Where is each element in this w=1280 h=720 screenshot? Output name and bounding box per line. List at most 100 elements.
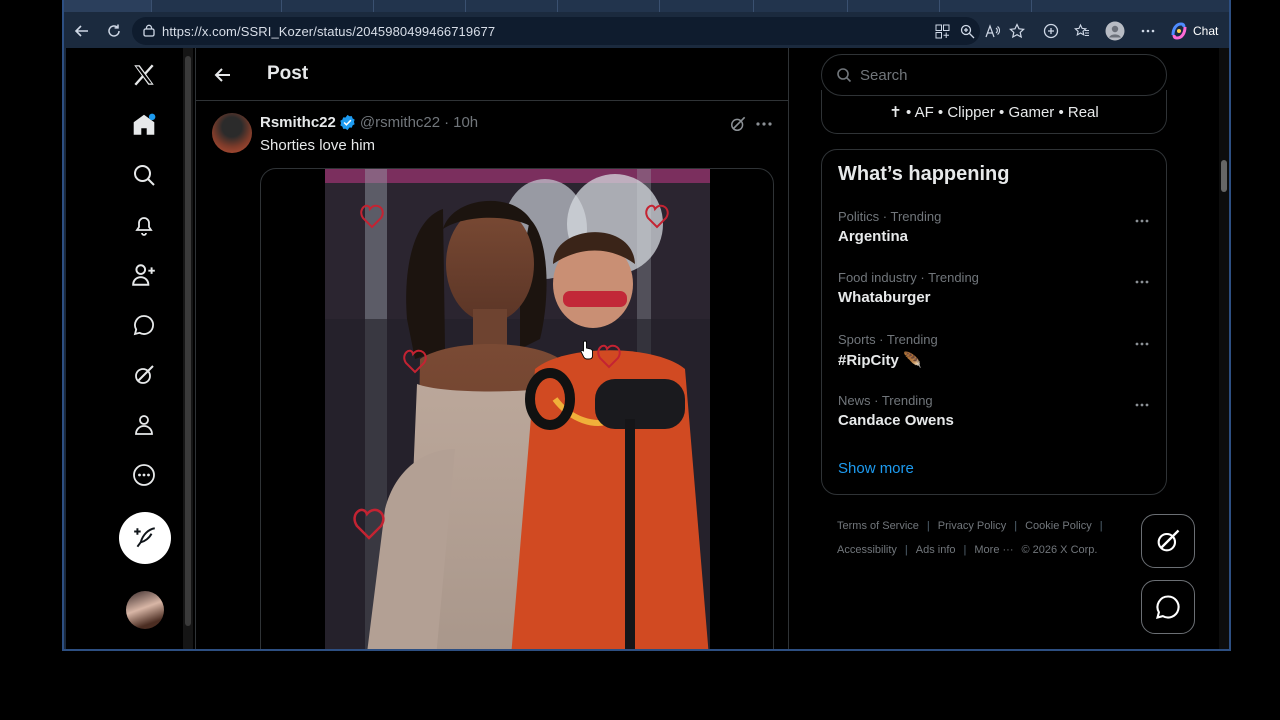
- trend-item[interactable]: News · Trending Candace Owens: [838, 393, 1152, 441]
- profile-person-icon[interactable]: [124, 405, 164, 445]
- explore-search-icon[interactable]: [124, 155, 164, 195]
- page-content: Post Rsmithc22 @rsmithc22 · 10h Shorties…: [66, 48, 1229, 649]
- favorite-star-icon[interactable]: [1007, 21, 1027, 41]
- page-scrollbar[interactable]: [1219, 48, 1229, 649]
- grok-icon: [1157, 529, 1180, 552]
- grok-floating-button[interactable]: [1141, 514, 1195, 568]
- left-nav: [66, 48, 183, 649]
- account-avatar[interactable]: [126, 591, 164, 629]
- post-media[interactable]: [260, 168, 774, 649]
- more-options-circle-icon[interactable]: [124, 455, 164, 495]
- trend-more-icon[interactable]: [1132, 334, 1152, 354]
- trend-meta: Politics · Trending: [838, 209, 942, 224]
- footer-divider: |: [926, 520, 930, 532]
- browser-tab[interactable]: [470, 0, 558, 12]
- compose-post-button[interactable]: [119, 512, 171, 564]
- back-arrow-icon[interactable]: [210, 62, 236, 88]
- app-available-icon[interactable]: [932, 21, 952, 41]
- profile-summary-card: ✝ • AF • Clipper • Gamer • Real: [821, 90, 1167, 134]
- trend-item[interactable]: Sports · Trending #RipCity 🪶: [838, 332, 1152, 380]
- post-header: Post: [196, 48, 788, 101]
- chat-label: Chat: [1193, 24, 1219, 38]
- privacy-link[interactable]: Privacy Policy: [938, 514, 1006, 538]
- trend-more-icon[interactable]: [1132, 211, 1152, 231]
- reload-icon[interactable]: [101, 19, 127, 43]
- browser-tab[interactable]: [572, 0, 660, 12]
- show-more-link[interactable]: Show more: [838, 460, 914, 477]
- browser-tab[interactable]: [378, 0, 466, 12]
- browser-tab[interactable]: [944, 0, 1032, 12]
- browser-window: https://x.com/SSRI_Kozer/status/20459804…: [62, 0, 1231, 651]
- footer-divider: |: [1099, 520, 1103, 532]
- browser-tab[interactable]: [666, 0, 754, 12]
- search-input[interactable]: Search: [821, 54, 1167, 96]
- trend-meta: Sports · Trending: [838, 332, 938, 347]
- trend-name: #RipCity 🪶: [838, 352, 922, 369]
- browser-menu-icon[interactable]: [1138, 21, 1158, 41]
- zoom-icon[interactable]: [957, 21, 977, 41]
- home-icon[interactable]: [124, 105, 164, 145]
- follow-people-icon[interactable]: [124, 255, 164, 295]
- post-text: Shorties love him: [260, 137, 376, 154]
- footer-divider: |: [963, 544, 967, 556]
- site-info-icon[interactable]: [142, 24, 156, 38]
- grok-explain-icon[interactable]: [728, 114, 748, 134]
- messages-floating-button[interactable]: [1141, 580, 1195, 634]
- right-sidebar: ✝ • AF • Clipper • Gamer • Real Search W…: [821, 48, 1167, 649]
- messages-icon[interactable]: [124, 305, 164, 345]
- footer-divider: |: [904, 544, 908, 556]
- search-placeholder: Search: [860, 66, 908, 84]
- search-icon: [837, 68, 852, 83]
- screen: https://x.com/SSRI_Kozer/status/20459804…: [0, 0, 1280, 720]
- copilot-icon: [1171, 22, 1187, 40]
- separator-dot: ·: [444, 114, 450, 131]
- browser-tab[interactable]: [852, 0, 940, 12]
- browser-back-icon[interactable]: [69, 19, 95, 43]
- photo-illustration: [325, 169, 710, 649]
- terms-link[interactable]: Terms of Service: [837, 514, 919, 538]
- author-avatar[interactable]: [212, 113, 252, 153]
- feather-plus-icon: [134, 527, 155, 548]
- trend-more-icon[interactable]: [1132, 272, 1152, 292]
- footer-links: Terms of Service | Privacy Policy | Cookie…: [837, 514, 1137, 562]
- trend-meta: Food industry · Trending: [838, 270, 979, 285]
- address-row: https://x.com/SSRI_Kozer/status/20459804…: [64, 14, 1229, 48]
- accessibility-link[interactable]: Accessibility: [837, 538, 897, 562]
- author-handle[interactable]: @rsmithc22: [360, 114, 440, 131]
- post-photo[interactable]: [325, 169, 710, 649]
- url-bar[interactable]: https://x.com/SSRI_Kozer/status/20459804…: [132, 17, 980, 45]
- main-column: Post Rsmithc22 @rsmithc22 · 10h Shorties…: [195, 48, 789, 649]
- post-time[interactable]: 10h: [453, 114, 478, 131]
- copilot-chat-button[interactable]: Chat: [1169, 18, 1229, 44]
- ads-info-link[interactable]: Ads info: [916, 538, 956, 562]
- cookie-link[interactable]: Cookie Policy: [1025, 514, 1092, 538]
- post-more-icon[interactable]: [754, 114, 774, 134]
- profile-icon[interactable]: [1105, 21, 1125, 41]
- url-text[interactable]: https://x.com/SSRI_Kozer/status/20459804…: [162, 24, 495, 39]
- browser-tab[interactable]: [286, 0, 374, 12]
- browser-tab[interactable]: [64, 0, 152, 12]
- trend-item[interactable]: Food industry · Trending Whataburger: [838, 270, 1152, 318]
- more-link[interactable]: More ···: [974, 538, 1013, 562]
- extension-icon[interactable]: [1041, 21, 1061, 41]
- trend-name: Whataburger: [838, 289, 931, 306]
- trend-name: Argentina: [838, 228, 909, 245]
- grok-icon[interactable]: [124, 355, 164, 395]
- favorites-icon[interactable]: [1072, 21, 1092, 41]
- author-name[interactable]: Rsmithc22: [260, 114, 336, 131]
- page-scrollbar-thumb[interactable]: [1221, 160, 1227, 192]
- trend-more-icon[interactable]: [1132, 395, 1152, 415]
- left-scrollbar-thumb[interactable]: [185, 56, 191, 626]
- chat-bubble-icon: [1156, 595, 1180, 619]
- notifications-bell-icon[interactable]: [124, 205, 164, 245]
- x-logo-icon[interactable]: [124, 55, 164, 95]
- read-aloud-icon[interactable]: [982, 21, 1002, 41]
- browser-tab[interactable]: [194, 0, 282, 12]
- profile-bio-line: ✝ • AF • Clipper • Gamer • Real: [889, 104, 1099, 121]
- trend-item[interactable]: Politics · Trending Argentina: [838, 209, 1152, 257]
- trends-panel: What’s happening Politics · Trending Arg…: [821, 149, 1167, 495]
- tab-strip: [64, 0, 1229, 12]
- browser-tab[interactable]: [760, 0, 848, 12]
- left-scrollbar[interactable]: [183, 48, 193, 649]
- trend-name: Candace Owens: [838, 412, 954, 429]
